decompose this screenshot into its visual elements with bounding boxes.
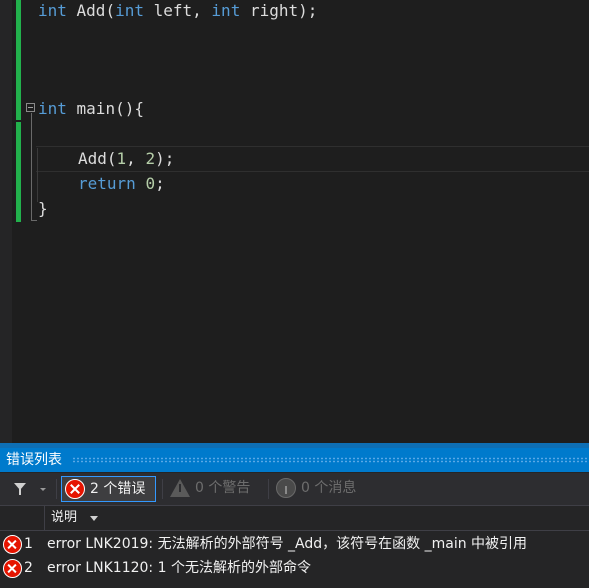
number-literal: 1 [116, 149, 127, 168]
change-tracking-bar [16, 122, 21, 222]
column-separator[interactable] [44, 506, 45, 530]
number-literal: 0 [145, 174, 156, 193]
keyword: int [211, 1, 241, 20]
code-text: , [126, 149, 146, 168]
error-row[interactable]: 1 error LNK2019: 无法解析的外部符号 _Add，该符号在函数 _… [0, 532, 589, 556]
toolbar-separator [162, 479, 163, 499]
error-row[interactable]: 2 error LNK1120: 1 个无法解析的外部命令 [0, 556, 589, 580]
code-line-call[interactable]: Add(1, 2); [78, 148, 174, 170]
error-icon [3, 559, 22, 578]
toolbar-separator [56, 479, 57, 499]
collapse-icon[interactable] [26, 103, 35, 112]
error-list-panel: 错误列表 2 个错误 0 个警告 0 个消息 说明 1 error LNK201… [0, 443, 589, 588]
chevron-down-icon [40, 488, 46, 491]
code-text: ; [155, 174, 165, 193]
warnings-count-label: 0 个警告 [195, 480, 251, 496]
code-text: main(){ [66, 99, 144, 118]
indent-guide [37, 148, 38, 202]
number-literal: 2 [145, 149, 156, 168]
error-icon [65, 479, 85, 499]
error-description: error LNK1120: 1 个无法解析的外部命令 [47, 560, 311, 576]
toolbar-separator [268, 479, 269, 499]
code-line-declaration[interactable]: int Add(int left, int right); [38, 0, 317, 22]
column-header-row: 说明 [0, 505, 589, 531]
error-number: 1 [24, 536, 33, 552]
filter-button[interactable] [10, 477, 50, 501]
code-text: ); [155, 149, 175, 168]
errors-filter-toggle[interactable]: 2 个错误 [61, 476, 156, 502]
code-editor[interactable]: int Add(int left, int right); int main()… [0, 0, 589, 443]
info-icon [276, 478, 296, 498]
code-text: Add( [78, 149, 117, 168]
panel-title: 错误列表 [6, 452, 62, 468]
error-list-toolbar: 2 个错误 0 个警告 0 个消息 [0, 473, 589, 505]
error-description: error LNK2019: 无法解析的外部符号 _Add，该符号在函数 _ma… [47, 536, 528, 552]
keyword: int [115, 1, 144, 20]
code-line-return[interactable]: return 0; [78, 173, 165, 195]
keyword: int [38, 99, 67, 118]
error-icon [3, 535, 22, 554]
code-line-main[interactable]: int main(){ [38, 98, 144, 120]
code-text: right); [240, 1, 318, 20]
keyword: return [78, 174, 136, 193]
editor-margin [0, 0, 12, 443]
code-text: } [38, 199, 48, 218]
fold-guide-end [31, 220, 37, 221]
code-text: left, [143, 1, 212, 20]
code-text: Add( [66, 1, 116, 20]
warnings-filter-toggle[interactable]: 0 个警告 [167, 476, 262, 502]
fold-guide [31, 113, 32, 221]
filter-icon-stem [19, 489, 21, 495]
errors-count-label: 2 个错误 [90, 481, 146, 497]
messages-count-label: 0 个消息 [301, 480, 357, 496]
error-number: 2 [24, 560, 33, 576]
error-list-title-bar[interactable]: 错误列表 [0, 448, 589, 472]
keyword: int [38, 1, 67, 20]
warning-icon-mark [179, 484, 181, 492]
change-tracking-bar [16, 0, 21, 120]
drag-grip[interactable] [72, 457, 589, 463]
column-header-label: 说明 [51, 510, 78, 525]
messages-filter-toggle[interactable]: 0 个消息 [273, 476, 368, 502]
sort-arrow-icon [90, 516, 98, 521]
code-line-close[interactable]: } [38, 198, 48, 220]
